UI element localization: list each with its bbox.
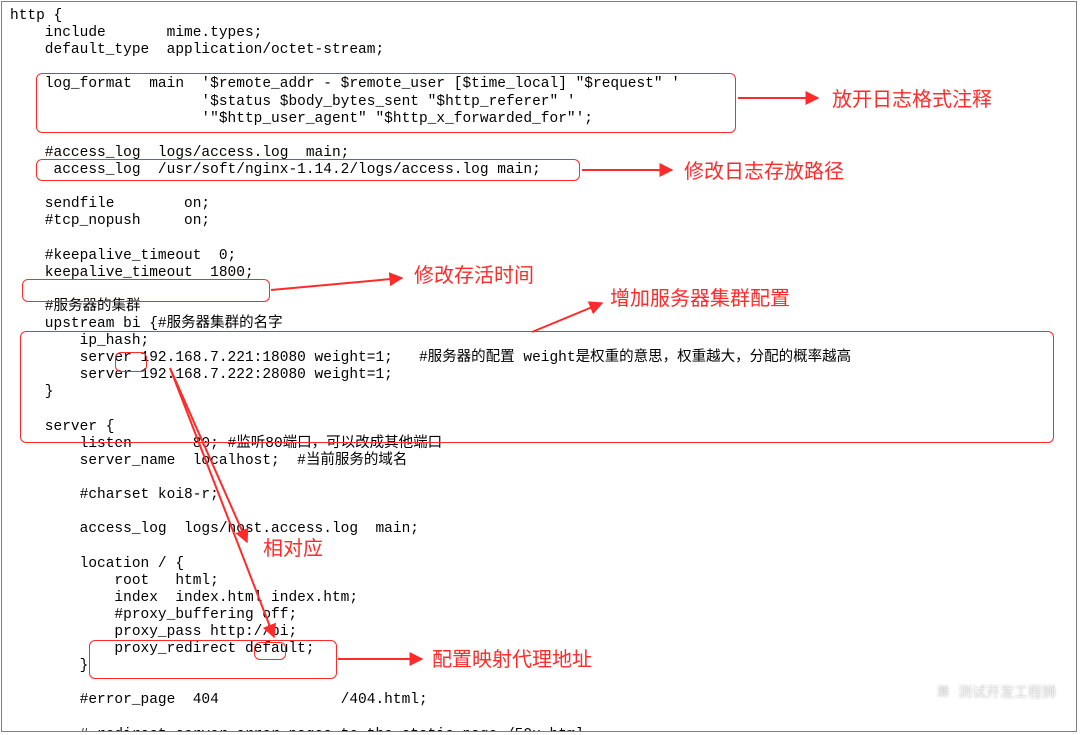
code-line: server { bbox=[10, 419, 114, 435]
code-line: index index.html index.htm; bbox=[10, 590, 358, 606]
code-line: log_format main '$remote_addr - $remote_… bbox=[10, 76, 680, 92]
code-line: access_log logs/host.access.log main; bbox=[10, 521, 419, 537]
annot-keepalive: 修改存活时间 bbox=[414, 264, 534, 289]
watermark: 测 测试开发工程狮 bbox=[934, 683, 1056, 701]
watermark-icon: 测 bbox=[934, 683, 952, 701]
code-line: access_log /usr/soft/nginx-1.14.2/logs/a… bbox=[10, 162, 541, 178]
code-line: ip_hash; bbox=[10, 333, 149, 349]
code-line: '$status $body_bytes_sent "$http_referer… bbox=[10, 94, 576, 110]
watermark-text: 测试开发工程狮 bbox=[958, 684, 1056, 701]
code-line: include mime.types; bbox=[10, 25, 262, 41]
code-line: http { bbox=[10, 8, 62, 24]
code-line: listen 80; #监听80端口，可以改成其他端口 bbox=[10, 436, 442, 452]
annot-access-log: 修改日志存放路径 bbox=[684, 160, 844, 185]
code-line: server 192.168.7.222:28080 weight=1; bbox=[10, 367, 393, 383]
code-line: proxy_redirect default; bbox=[10, 641, 315, 657]
code-line: root html; bbox=[10, 573, 219, 589]
annot-upstream: 增加服务器集群配置 bbox=[610, 287, 790, 312]
code-line: location / { bbox=[10, 556, 184, 572]
code-line: server 192.168.7.221:18080 weight=1; #服务… bbox=[10, 350, 851, 366]
code-line: } bbox=[10, 658, 88, 674]
screenshot-frame: http { include mime.types; default_type … bbox=[1, 1, 1077, 732]
code-line: } bbox=[10, 384, 54, 400]
code-line: #tcp_nopush on; bbox=[10, 213, 210, 229]
code-line: keepalive_timeout 1800; bbox=[10, 265, 254, 281]
annot-log-format: 放开日志格式注释 bbox=[832, 88, 1002, 113]
code-line: default_type application/octet-stream; bbox=[10, 42, 384, 58]
code-line: sendfile on; bbox=[10, 196, 210, 212]
annot-correspond: 相对应 bbox=[263, 537, 323, 562]
code-line: #access_log logs/access.log main; bbox=[10, 145, 349, 161]
code-line: #proxy_buffering off; bbox=[10, 607, 297, 623]
code-line: '"$http_user_agent" "$http_x_forwarded_f… bbox=[10, 111, 593, 127]
annot-proxy: 配置映射代理地址 bbox=[432, 648, 592, 673]
code-line: #keepalive_timeout 0; bbox=[10, 248, 236, 264]
code-line: #error_page 404 /404.html; bbox=[10, 692, 428, 708]
code-line: upstream bi {#服务器集群的名字 bbox=[10, 316, 283, 332]
code-line: # redirect server error pages to the sta… bbox=[10, 727, 584, 732]
code-line: #charset koi8-r; bbox=[10, 487, 219, 503]
code-line: proxy_pass http://bi; bbox=[10, 624, 297, 640]
nginx-config-code: http { include mime.types; default_type … bbox=[10, 8, 851, 732]
code-line: server_name localhost; #当前服务的域名 bbox=[10, 453, 407, 469]
code-line: #服务器的集群 bbox=[10, 299, 141, 315]
